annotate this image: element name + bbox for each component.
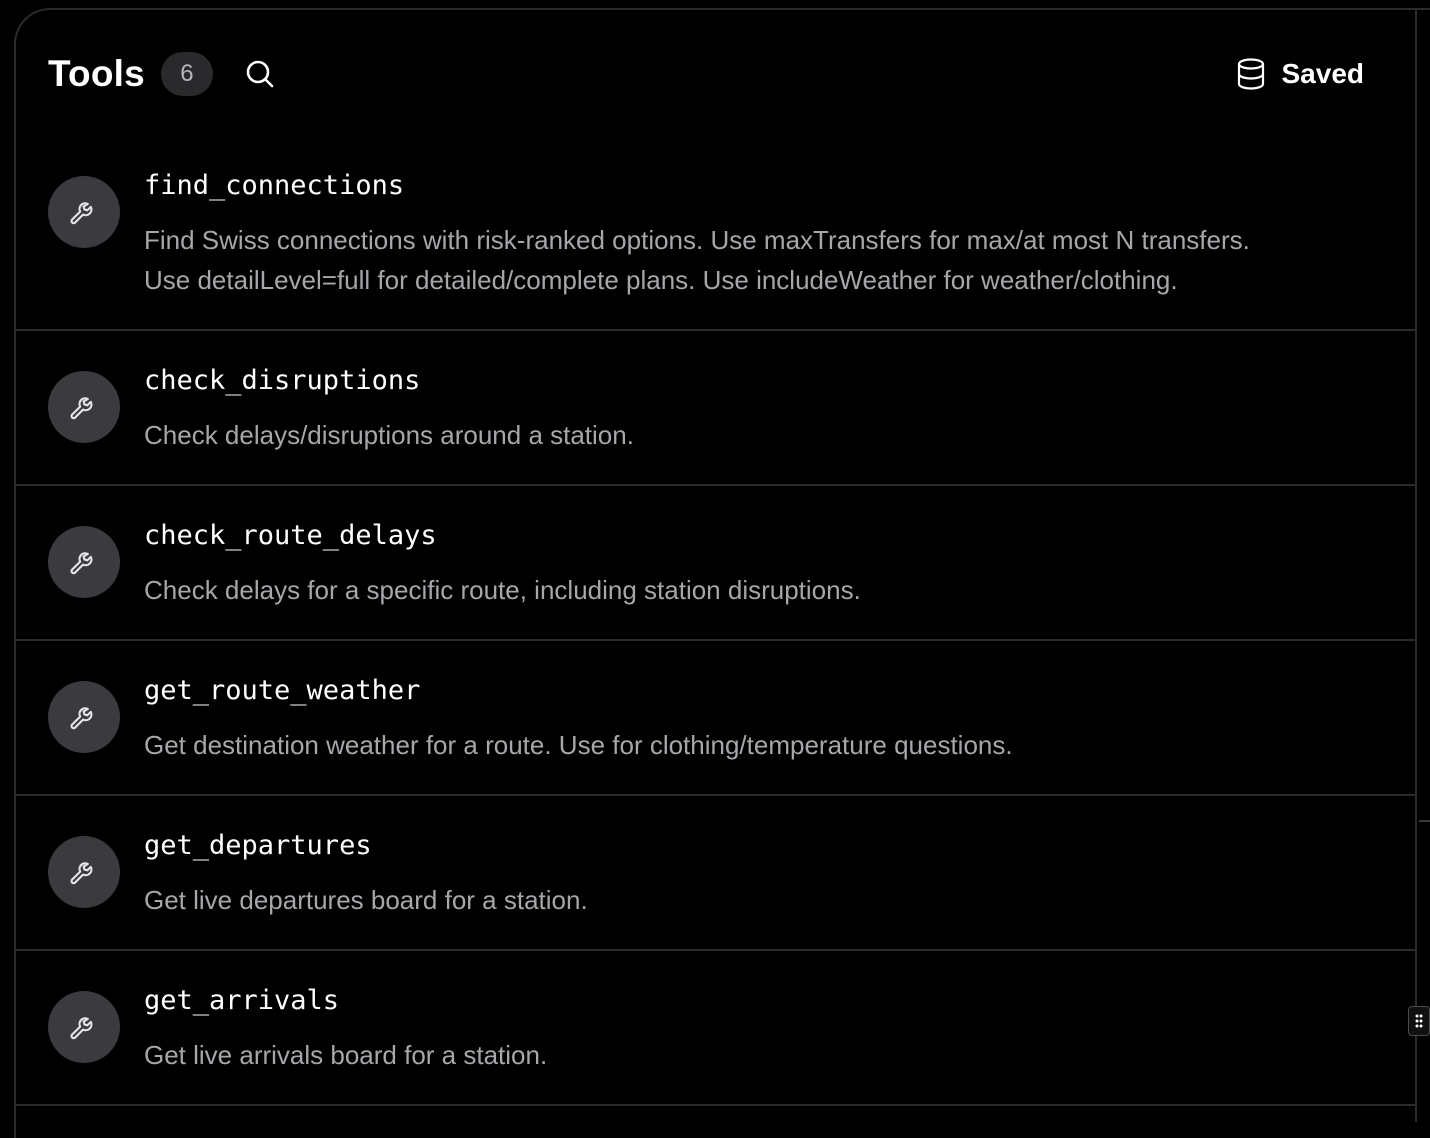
tool-name: check_disruptions	[144, 365, 421, 396]
wrench-icon	[70, 202, 93, 225]
tool-row[interactable]: find_connections Find Swiss connections …	[16, 136, 1416, 331]
wrench-icon	[70, 1017, 93, 1040]
wrench-icon	[70, 397, 93, 420]
tool-icon-circle	[48, 371, 120, 443]
tool-description-line: Use detailLevel=full for detailed/comple…	[144, 265, 1178, 295]
tool-name: get_departures	[144, 830, 372, 861]
tool-description-line: Get live arrivals board for a station.	[144, 1040, 548, 1070]
tool-description: Get live arrivals board for a station.	[144, 1035, 1394, 1075]
resize-handle[interactable]	[1408, 1006, 1430, 1036]
tool-row[interactable]: get_arrivals Get live arrivals board for…	[16, 951, 1416, 1106]
page-title: Tools	[48, 53, 145, 94]
tool-name: get_route_weather	[144, 675, 421, 706]
tool-description-line: Find Swiss connections with risk-ranked …	[144, 225, 1250, 255]
wrench-icon	[70, 552, 93, 575]
tool-description: Get destination weather for a route. Use…	[144, 725, 1394, 765]
saved-button[interactable]: Saved	[1236, 58, 1365, 90]
tool-description-line: Check delays for a specific route, inclu…	[144, 575, 861, 605]
tool-description: Find Swiss connections with risk-ranked …	[144, 220, 1394, 300]
search-icon	[246, 60, 274, 88]
tool-name: get_arrivals	[144, 985, 340, 1016]
tool-row[interactable]: check_route_delays Check delays for a sp…	[16, 486, 1416, 641]
wrench-icon	[70, 707, 93, 730]
tool-name: check_route_delays	[144, 520, 437, 551]
search-button[interactable]	[243, 57, 277, 91]
tool-description-line: Get live departures board for a station.	[144, 885, 588, 915]
tool-description: Get live departures board for a station.	[144, 880, 1394, 920]
tool-icon-circle	[48, 991, 120, 1063]
tool-row[interactable]: get_departures Get live departures board…	[16, 796, 1416, 951]
tools-list: find_connections Find Swiss connections …	[16, 136, 1416, 1106]
tool-row[interactable]: get_route_weather Get destination weathe…	[16, 641, 1416, 796]
tool-icon-circle	[48, 176, 120, 248]
tool-description-line: Check delays/disruptions around a statio…	[144, 420, 634, 450]
tool-name: find_connections	[144, 170, 405, 201]
tool-icon-circle	[48, 681, 120, 753]
tools-header: Tools 6 Saved	[48, 52, 1364, 96]
tool-description: Check delays for a specific route, inclu…	[144, 570, 1394, 610]
saved-label: Saved	[1281, 58, 1365, 89]
drag-handle-icon	[1415, 1014, 1423, 1028]
tool-description-line: Get destination weather for a route. Use…	[144, 730, 1013, 760]
tools-count-badge: 6	[160, 52, 213, 96]
tool-icon-circle	[48, 526, 120, 598]
database-icon	[1237, 58, 1264, 90]
scroll-tick	[1419, 820, 1430, 822]
tool-icon-circle	[48, 836, 120, 908]
tool-row[interactable]: check_disruptions Check delays/disruptio…	[16, 331, 1416, 486]
tool-description: Check delays/disruptions around a statio…	[144, 415, 1394, 455]
wrench-icon	[70, 862, 93, 885]
